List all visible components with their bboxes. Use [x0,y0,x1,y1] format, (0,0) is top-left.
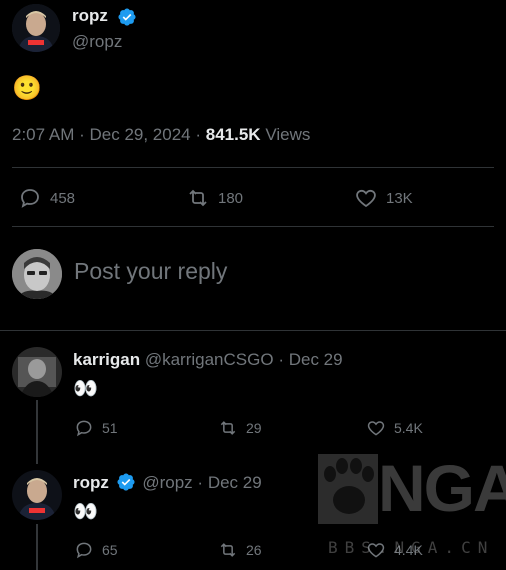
views-label: Views [265,125,311,144]
tweet-date[interactable]: Dec 29, 2024 [90,125,191,144]
divider [12,226,494,227]
thread-line [36,400,38,464]
tweet-text: 🙂 [12,75,42,102]
heart-icon [367,421,385,436]
meta-separator: · [278,350,284,369]
views-count: 841.5K [205,125,261,144]
like-button[interactable]: 4.4K [366,540,423,560]
repost-icon [189,189,207,207]
reply-header: karrigan @karriganCSGO · Dec 29 [73,350,343,370]
watermark-logo-text: NGA [378,451,506,525]
like-button[interactable]: 13K [354,186,413,210]
reply-count: 458 [50,189,76,207]
reply-count: 51 [102,420,118,436]
reply-handle[interactable]: @karriganCSGO [145,350,274,369]
like-count: 4.4K [394,542,423,558]
tweet-meta: 2:07 AM · Dec 29, 2024 · 841.5K Views [12,125,310,145]
reply-date[interactable]: Dec 29 [289,350,343,369]
reply-author-avatar[interactable] [12,347,62,397]
like-button[interactable]: 5.4K [366,418,423,438]
reply-icon [76,542,92,559]
repost-count: 180 [218,189,244,207]
author-handle[interactable]: @ropz [72,32,122,52]
thread-line [36,524,38,570]
divider [0,330,506,331]
repost-icon [220,421,236,435]
repost-count: 29 [246,420,262,436]
heart-icon [367,543,385,558]
reply-button[interactable]: 458 [18,186,75,210]
divider [12,167,494,168]
repost-button[interactable]: 180 [186,186,243,210]
verified-badge-icon [118,8,136,26]
tweet-time[interactable]: 2:07 AM [12,125,74,144]
reply-display-name[interactable]: karrigan [73,350,140,369]
reply-icon [76,420,92,437]
reply-header: ropz @ropz · Dec 29 [73,473,262,493]
reply-button[interactable]: 65 [74,540,118,560]
reply-input[interactable]: Post your reply [74,258,227,285]
heart-icon [356,189,376,208]
repost-count: 26 [246,542,262,558]
reply-button[interactable]: 51 [74,418,118,438]
reply-text: 👀 [73,501,99,523]
meta-separator: · [79,125,90,144]
like-count: 13K [386,189,413,207]
reply-handle[interactable]: @ropz [142,473,192,492]
current-user-avatar[interactable] [12,249,62,299]
author-display-name[interactable]: ropz [72,6,108,26]
repost-button[interactable]: 26 [218,540,262,560]
reply-date[interactable]: Dec 29 [208,473,262,492]
paw-logo-icon [318,454,378,524]
repost-button[interactable]: 29 [218,418,262,438]
repost-icon [220,543,236,557]
meta-separator: · [195,125,206,144]
meta-separator: · [197,473,204,492]
reply-author-avatar[interactable] [12,470,62,520]
reply-icon [21,189,39,208]
author-avatar[interactable] [12,4,60,52]
reply-display-name[interactable]: ropz [73,473,109,492]
verified-badge-icon [117,473,135,491]
like-count: 5.4K [394,420,423,436]
reply-text: 👀 [73,378,99,400]
reply-count: 65 [102,542,118,558]
